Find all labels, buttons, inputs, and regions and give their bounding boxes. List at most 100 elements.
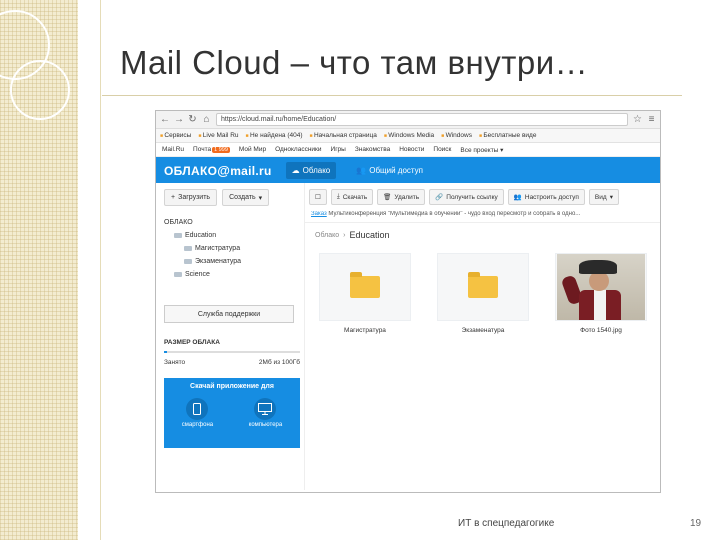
tree-item-ekzamenatura[interactable]: Экзаменатура	[164, 255, 300, 268]
upload-label: Загрузить	[178, 194, 211, 201]
portal-nav-item[interactable]: Все проекты ▾	[460, 146, 503, 154]
cloud-icon: ☁	[291, 165, 300, 175]
users-icon: 👥	[356, 165, 367, 175]
tree-root[interactable]: ОБЛАКО	[164, 216, 300, 229]
tile-thumb	[555, 253, 647, 321]
tree-label: Магистратура	[195, 245, 241, 252]
button-label: Скачать	[342, 193, 368, 201]
portal-nav-label: Почта	[193, 146, 212, 153]
portal-nav-item-mail[interactable]: Почта 1 999	[193, 146, 230, 153]
chevron-down-icon: ▾	[258, 194, 263, 202]
folder-icon	[350, 272, 380, 298]
decorative-vertical-line	[100, 0, 101, 540]
promo-devices: смартфона компьютера	[164, 398, 300, 428]
tree-label: Science	[185, 271, 210, 278]
folder-tree: ОБЛАКО Education Магистратура Экзаменату…	[164, 216, 300, 281]
logo-text: ОБЛАКО	[164, 163, 218, 178]
page-number: 19	[690, 518, 702, 529]
content-area: ☐ ⤓ Скачать 🗑 Удалить 🔗 Получить ссылку 👥 На…	[305, 183, 660, 490]
tile-thumb	[437, 253, 529, 321]
portal-nav-item[interactable]: Mail.Ru	[162, 146, 184, 153]
bookmark-item[interactable]: Не найдена (404)	[246, 132, 303, 139]
mail-count-badge: 1 999	[212, 147, 230, 153]
breadcrumb-root[interactable]: Облако	[315, 232, 339, 239]
button-label: Вид	[594, 193, 607, 201]
portal-nav-item[interactable]: Мой Мир	[239, 146, 266, 153]
upload-button[interactable]: + Загрузить	[164, 189, 218, 206]
folder-icon	[174, 272, 182, 277]
delete-button[interactable]: 🗑 Удалить	[377, 189, 426, 205]
breadcrumb: Облако › Education	[305, 223, 660, 247]
users-icon: 👥	[513, 194, 522, 201]
home-icon[interactable]: ⌂	[202, 114, 211, 125]
address-bar[interactable]: https://cloud.mail.ru/home/Education/	[216, 113, 628, 126]
file-tile-folder[interactable]: Экзаменатура	[437, 253, 529, 334]
notification-line: Заказ Мультиконференция "Мультимедиа в о…	[305, 211, 660, 223]
tree-item-magistratura[interactable]: Магистратура	[164, 242, 300, 255]
photo-figure-shirt	[594, 290, 606, 320]
promo-smartphone[interactable]: смартфона	[182, 398, 213, 428]
download-button[interactable]: ⤓ Скачать	[330, 189, 374, 205]
tab-label: Облако	[302, 165, 331, 175]
file-tile-photo[interactable]: Фото 1540.jpg	[555, 253, 647, 334]
folder-icon	[184, 259, 192, 264]
notification-link[interactable]: Заказ	[311, 211, 327, 217]
tab-cloud[interactable]: ☁ Облако	[285, 161, 337, 179]
quota-bar-fill	[164, 351, 167, 353]
bookmark-item[interactable]: Сервисы	[160, 132, 191, 139]
reload-icon[interactable]: ↻	[188, 114, 197, 125]
quota-panel: РАЗМЕР ОБЛАКА Занято 2Мб из 100Гб	[164, 339, 300, 366]
portal-nav-item[interactable]: Одноклассники	[275, 146, 321, 153]
bookmark-item[interactable]: Live Mail Ru	[198, 132, 239, 139]
menu-icon[interactable]: ≡	[647, 114, 656, 125]
breadcrumb-current: Education	[349, 230, 390, 240]
breadcrumb-separator-icon: ›	[343, 231, 346, 239]
promo-device-label: смартфона	[181, 422, 214, 428]
app-promo-banner[interactable]: Скачай приложение для смартфона компьюте…	[164, 378, 300, 448]
tree-label: Education	[185, 232, 217, 239]
tree-root-label: ОБЛАКО	[164, 219, 193, 226]
portal-nav-item[interactable]: Новости	[399, 146, 424, 153]
cloud-header: ОБЛАКО@mail.ru ☁ Облако 👥 Общий доступ	[156, 157, 660, 183]
arrow-left-icon[interactable]: ←	[160, 114, 170, 125]
button-label: Получить ссылку	[446, 193, 498, 201]
notification-text: Мультиконференция "Мультимедиа в обучени…	[328, 211, 581, 217]
tile-name: Магистратура	[344, 327, 386, 334]
star-icon[interactable]: ☆	[633, 114, 642, 125]
logo-domain: mail.ru	[230, 163, 272, 178]
select-all-checkbox[interactable]: ☐	[309, 189, 327, 205]
tab-shared[interactable]: 👥 Общий доступ	[350, 162, 429, 179]
share-access-button[interactable]: 👥 Настроить доступ	[507, 189, 585, 205]
cloud-logo[interactable]: ОБЛАКО@mail.ru	[164, 163, 272, 178]
photo-figure-hat	[579, 260, 617, 274]
view-button[interactable]: Вид ▾	[588, 189, 619, 205]
bookmark-item[interactable]: Начальная страница	[310, 132, 377, 139]
support-button[interactable]: Служба поддержки	[164, 305, 294, 323]
smartphone-icon	[186, 398, 209, 420]
get-link-button[interactable]: 🔗 Получить ссылку	[429, 189, 504, 205]
file-grid: Магистратура Экзаменатура Фото 1540.jpg	[305, 247, 660, 334]
button-label: Удалить	[394, 193, 420, 201]
create-button[interactable]: Создать ▾	[222, 189, 270, 206]
promo-device-label: компьютера	[248, 422, 283, 428]
tile-thumb	[319, 253, 411, 321]
portal-nav-item[interactable]: Поиск	[433, 146, 451, 153]
portal-nav-item[interactable]: Игры	[331, 146, 346, 153]
quota-title: РАЗМЕР ОБЛАКА	[164, 339, 220, 346]
quota-value: 2Мб из 100Гб	[258, 359, 300, 366]
monitor-icon	[254, 398, 277, 420]
quota-row: Занято 2Мб из 100Гб	[164, 359, 300, 366]
file-tile-folder[interactable]: Магистратура	[319, 253, 411, 334]
promo-computer[interactable]: компьютера	[248, 398, 283, 428]
tree-item-education[interactable]: Education	[164, 229, 300, 242]
tree-item-science[interactable]: Science	[164, 268, 300, 281]
bookmark-item[interactable]: Windows Media	[384, 132, 434, 139]
quota-used-label: Занято	[164, 359, 186, 366]
trash-icon: 🗑	[383, 194, 392, 201]
bookmark-item[interactable]: Бесплатные виде	[479, 132, 536, 139]
portal-nav-item[interactable]: Знакомства	[355, 146, 390, 153]
arrow-right-icon[interactable]: →	[174, 114, 184, 125]
bookmarks-bar: Сервисы Live Mail Ru Не найдена (404) На…	[156, 129, 660, 143]
bookmark-item[interactable]: Windows	[441, 132, 472, 139]
button-label: Настроить доступ	[524, 193, 579, 201]
